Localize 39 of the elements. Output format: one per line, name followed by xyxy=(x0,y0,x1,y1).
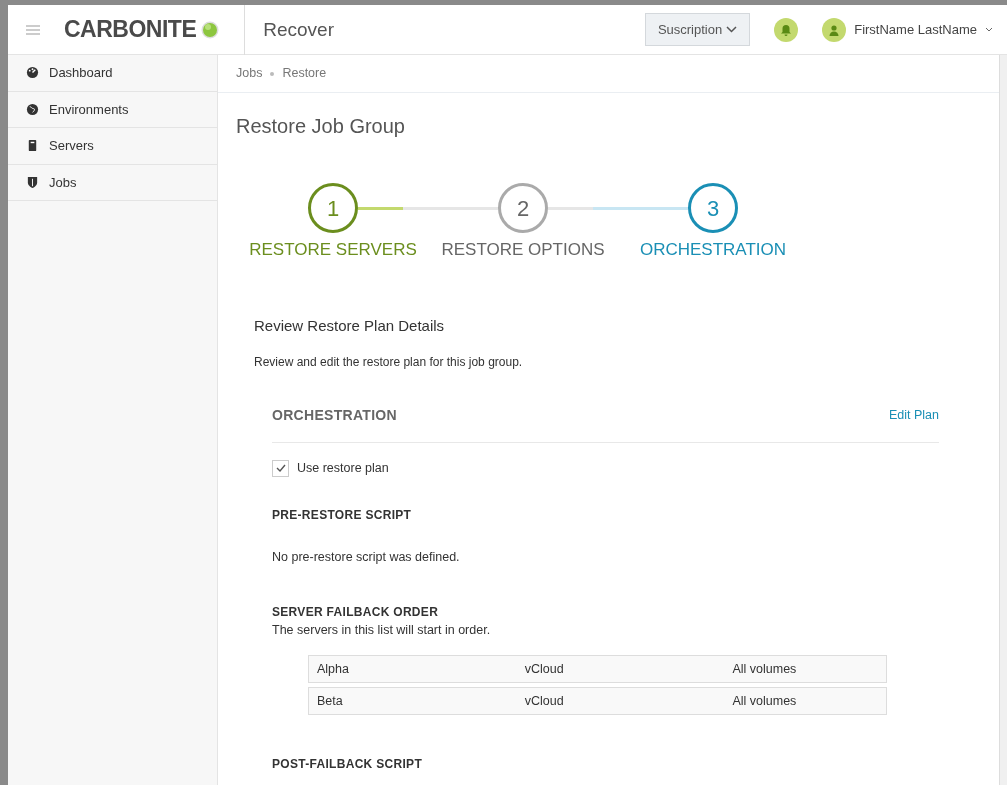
user-avatar-icon[interactable] xyxy=(822,17,847,42)
gauge-icon xyxy=(26,66,39,80)
step-label[interactable]: ORCHESTRATION xyxy=(639,237,787,263)
step-circle[interactable]: 2 xyxy=(498,183,548,233)
checkbox-label[interactable]: Use restore plan xyxy=(297,459,389,478)
step-circle[interactable]: 1 xyxy=(308,183,358,233)
sidebar-item[interactable]: Environments xyxy=(8,91,217,128)
subsection-heading: POST-FAILBACK SCRIPT xyxy=(272,756,423,774)
edit-plan-link[interactable]: Edit Plan xyxy=(888,406,939,425)
step-circle[interactable]: 3 xyxy=(688,183,738,233)
breadcrumb-link[interactable]: Jobs xyxy=(236,64,263,83)
sidebar-item[interactable]: Jobs xyxy=(8,164,217,201)
product-name: Recover xyxy=(244,4,334,55)
body-text: The servers in this list will start in order. xyxy=(272,621,492,639)
shield-icon xyxy=(26,175,39,189)
scrollbar[interactable] xyxy=(999,55,1007,785)
logo-text: CARBONITE xyxy=(64,15,197,45)
sidebar-item[interactable]: Servers xyxy=(8,128,217,165)
checkbox[interactable] xyxy=(272,459,289,477)
page-title: Restore Job Group xyxy=(236,114,406,139)
subsection-heading: SERVER FAILBACK ORDER xyxy=(272,603,440,621)
server-row: Alpha vCloud All volumes xyxy=(308,655,887,684)
subsection-heading: PRE-RESTORE SCRIPT xyxy=(272,506,413,524)
server-icon xyxy=(26,139,39,153)
caret-icon[interactable] xyxy=(985,27,993,32)
section-heading: ORCHESTRATION xyxy=(272,406,397,425)
notification-bell-icon[interactable] xyxy=(774,17,799,42)
subscription-dropdown[interactable]: Suscription xyxy=(644,12,751,47)
server-row: Beta vCloud All volumes xyxy=(308,687,887,716)
description-text: Review and edit the restore plan for this job group. xyxy=(254,354,524,371)
step-label[interactable]: RESTORE SERVERS xyxy=(249,237,417,263)
section-title: Review Restore Plan Details xyxy=(254,315,446,336)
breadcrumb-current[interactable]: Restore xyxy=(282,64,327,83)
body-text: No pre-restore script was defined. xyxy=(272,548,461,566)
sidebar-item[interactable]: Dashboard xyxy=(8,55,217,92)
chevron-down-icon xyxy=(726,26,738,33)
user-name[interactable]: FirstName LastName xyxy=(854,19,977,40)
checkmark-icon xyxy=(275,464,286,473)
step-label[interactable]: RESTORE OPTIONS xyxy=(441,237,605,263)
